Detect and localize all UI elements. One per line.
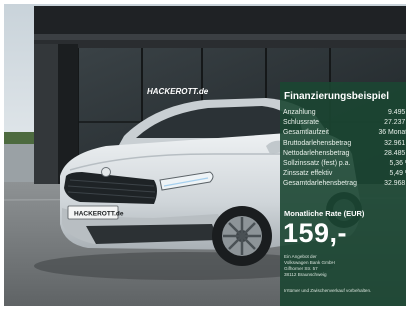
lender-line: 38112 Braunschweig	[284, 272, 327, 277]
disclaimer: Irrtümer und Zwischenverkauf vorbehalten…	[284, 288, 372, 293]
row-value: 28.485 €	[384, 149, 406, 157]
row-label: Zinssatz effektiv	[283, 170, 333, 178]
row-value: 32.968 €	[384, 180, 406, 188]
row-label: Bruttodarlehensbetrag	[283, 139, 352, 147]
financing-table: Anzahlung 9.495 € Schlussrate 27.237 € G…	[283, 108, 406, 190]
row-label: Nettodarlehensbetrag	[283, 149, 350, 157]
financing-row: Sollzinssatz (fest) p.a. 5,36 %	[283, 159, 406, 169]
financing-row: Nettodarlehensbetrag 28.485 €	[283, 149, 406, 159]
financing-row: Gesamtdarlehensbetrag 32.968 €	[283, 179, 406, 189]
financing-row: Bruttodarlehensbetrag 32.961 €	[283, 139, 406, 149]
monthly-rate-value: 159,-	[283, 218, 348, 248]
license-plate: HACKEROTT.de	[74, 211, 124, 218]
row-label: Sollzinssatz (fest) p.a.	[283, 159, 351, 167]
financing-row: Schlussrate 27.237 €	[283, 118, 406, 128]
front-wheel	[212, 206, 272, 266]
financing-row: Zinssatz effektiv 5,49 %	[283, 169, 406, 179]
row-value: 27.237 €	[384, 119, 406, 127]
row-value: 5,36 %	[389, 159, 406, 167]
row-value: 36 Monate	[378, 129, 406, 137]
row-label: Schlussrate	[283, 119, 320, 127]
financing-panel: Finanzierungsbeispiel Anzahlung 9.495 € …	[280, 82, 406, 306]
financing-row: Anzahlung 9.495 €	[283, 108, 406, 118]
financing-row: Gesamtlaufzeit 36 Monate	[283, 128, 406, 138]
row-value: 5,49 %	[389, 170, 406, 178]
row-label: Anzahlung	[283, 109, 316, 116]
row-label: Gesamtlaufzeit	[283, 129, 329, 137]
dealer-sign: HACKEROTT.de	[147, 87, 209, 96]
row-label: Gesamtdarlehensbetrag	[283, 180, 357, 188]
financing-title: Finanzierungsbeispiel	[284, 91, 390, 102]
ad-image: HACKEROTT.de HACKEROTT.de Finanzierungsb…	[4, 4, 406, 306]
monthly-rate-label: Monatliche Rate (EUR)	[284, 209, 365, 218]
row-value: 9.495 €	[388, 109, 406, 116]
lender-info: Ein Angebot der Volkswagen Bank GmbH Gif…	[284, 254, 402, 278]
row-value: 32.961 €	[384, 139, 406, 147]
